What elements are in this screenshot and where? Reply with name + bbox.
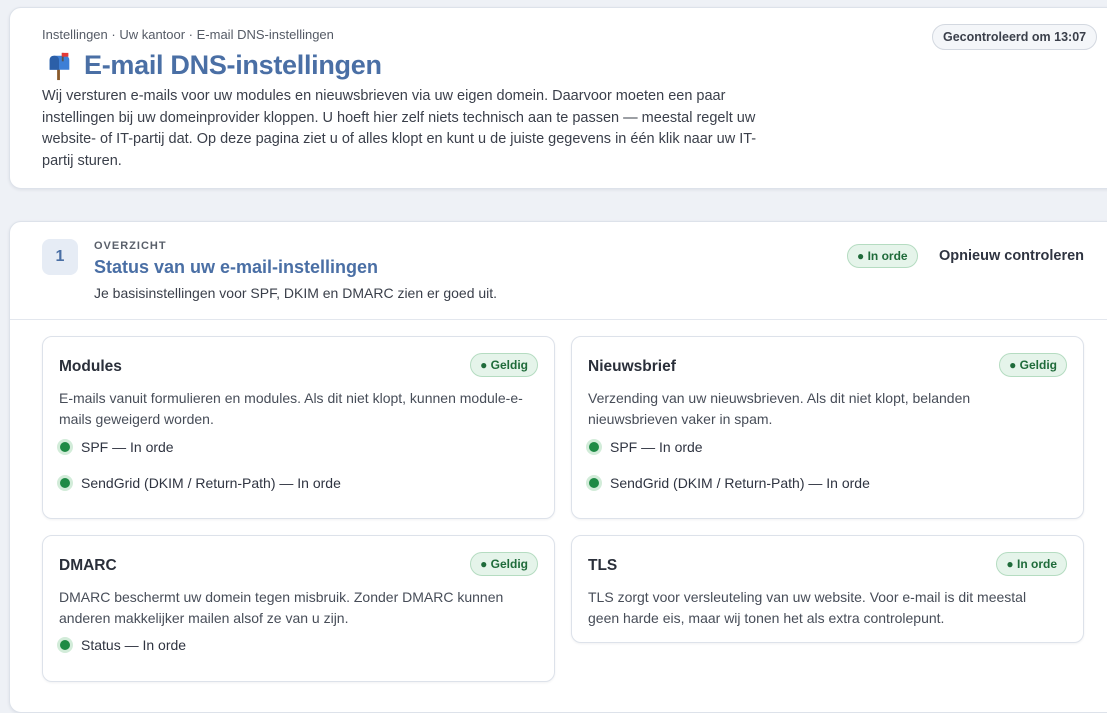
check-label: Status — In orde bbox=[81, 637, 187, 653]
check-item: SPF — In orde bbox=[586, 439, 703, 455]
section-title: Status van uw e-mail-instellingen bbox=[94, 257, 379, 277]
breadcrumb: Instellingen · Uw kantoor · E-mail DNS-i… bbox=[42, 27, 334, 42]
check-label: SendGrid (DKIM / Return-Path) — In orde bbox=[610, 475, 870, 491]
check-item: SendGrid (DKIM / Return-Path) — In orde bbox=[586, 475, 870, 491]
check-item: Status — In orde bbox=[57, 637, 186, 653]
last-checked-badge: Gecontroleerd om 13:07 bbox=[932, 24, 1098, 50]
modules-card: Modules ● Geldig E-mails vanuit formulie… bbox=[42, 336, 555, 519]
status-dot-icon bbox=[57, 439, 73, 455]
status-dot-icon bbox=[57, 637, 73, 653]
check-item: SPF — In orde bbox=[57, 439, 174, 455]
newsletter-card: Nieuwsbrief ● Geldig Verzending van uw n… bbox=[571, 336, 1084, 519]
divider bbox=[10, 319, 1107, 320]
status-badge: ● Geldig bbox=[470, 353, 538, 377]
status-badge: ● Geldig bbox=[999, 353, 1067, 377]
title-row: E-mail DNS-instellingen bbox=[44, 50, 382, 81]
section-overline: OVERZICHT bbox=[94, 240, 167, 252]
card-description: DMARC beschermt uw domein tegen misbruik… bbox=[59, 589, 504, 626]
card-description: TLS zorgt voor versleuteling van uw webs… bbox=[588, 589, 1027, 626]
recheck-button[interactable]: Opnieuw controleren bbox=[939, 248, 1084, 264]
check-label: SPF — In orde bbox=[81, 439, 174, 455]
status-badge: ● In orde bbox=[996, 552, 1067, 576]
page-title: E-mail DNS-instellingen bbox=[84, 50, 382, 80]
dmarc-card: DMARC ● Geldig DMARC beschermt uw domein… bbox=[42, 535, 555, 682]
check-label: SPF — In orde bbox=[610, 439, 703, 455]
overview-section: 1 OVERZICHT Status van uw e-mail-instell… bbox=[9, 221, 1107, 713]
header-card: Instellingen · Uw kantoor · E-mail DNS-i… bbox=[9, 7, 1107, 189]
overall-status-badge: ● In orde bbox=[847, 244, 918, 268]
card-description: Verzending van uw nieuwsbrieven. Als dit… bbox=[588, 390, 971, 427]
card-description: E-mails vanuit formulieren en modules. A… bbox=[59, 390, 523, 427]
intro-text: Wij versturen e-mails voor uw modules en… bbox=[42, 88, 757, 169]
mailbox-icon bbox=[49, 52, 70, 80]
section-subtitle: Je basisinstellingen voor SPF, DKIM en D… bbox=[94, 285, 498, 301]
status-dot-icon bbox=[586, 439, 602, 455]
card-title: Modules bbox=[59, 358, 122, 375]
card-title: Nieuwsbrief bbox=[588, 358, 676, 375]
card-title: DMARC bbox=[59, 557, 117, 574]
check-label: SendGrid (DKIM / Return-Path) — In orde bbox=[81, 475, 341, 491]
step-number-badge: 1 bbox=[42, 239, 78, 275]
tls-card: TLS ● In orde TLS zorgt voor versleuteli… bbox=[571, 535, 1084, 643]
status-dot-icon bbox=[586, 475, 602, 491]
status-dot-icon bbox=[57, 475, 73, 491]
status-badge: ● Geldig bbox=[470, 552, 538, 576]
card-title: TLS bbox=[588, 557, 618, 574]
check-item: SendGrid (DKIM / Return-Path) — In orde bbox=[57, 475, 341, 491]
